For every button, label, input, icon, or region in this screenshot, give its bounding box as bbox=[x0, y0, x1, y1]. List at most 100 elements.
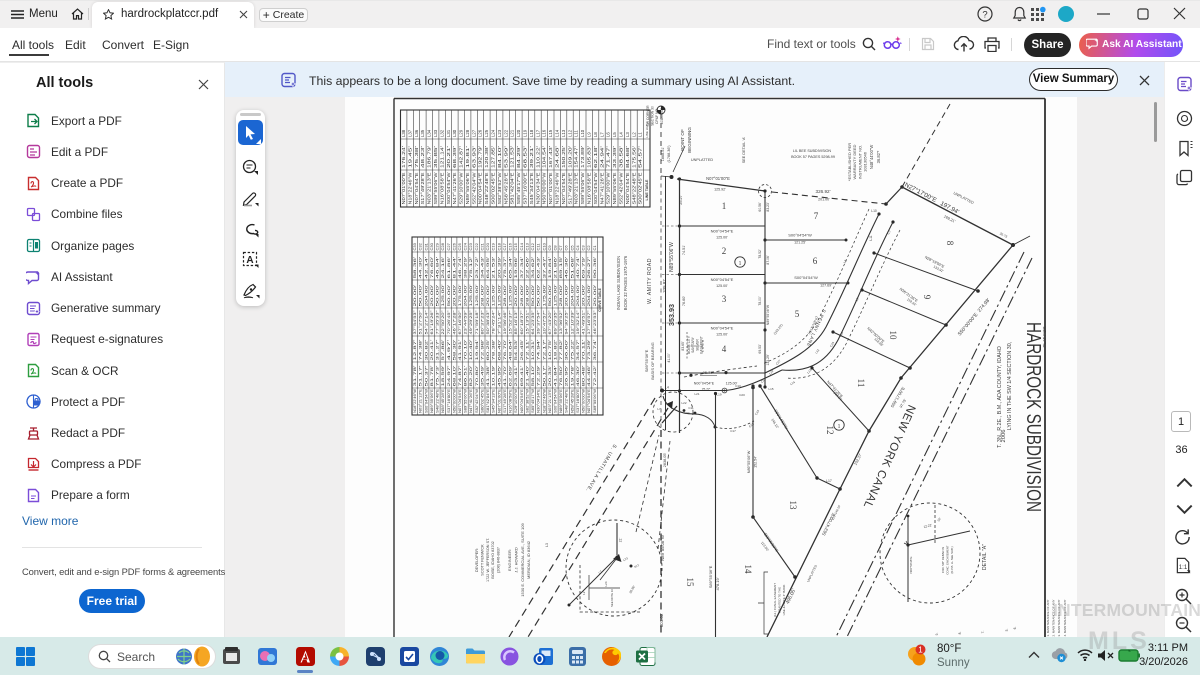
svg-text:20.39': 20.39' bbox=[497, 256, 501, 279]
svg-text:127.69': 127.69' bbox=[820, 284, 832, 288]
svg-text:W. AMITY ROAD: W. AMITY ROAD bbox=[647, 258, 653, 304]
svg-text:S89°55'06"W: S89°55'06"W bbox=[433, 172, 438, 204]
svg-text:58.10': 58.10' bbox=[531, 365, 535, 387]
svg-text:21.40': 21.40' bbox=[525, 365, 529, 387]
svg-text:24.94': 24.94' bbox=[599, 146, 604, 168]
svg-text:39°37'54": 39°37'54" bbox=[537, 310, 541, 335]
svg-text:54°27'14": 54°27'14" bbox=[424, 310, 428, 335]
svg-text:64.95': 64.95' bbox=[486, 256, 490, 279]
svg-text:86.51': 86.51' bbox=[464, 365, 468, 387]
svg-text:46.30': 46.30' bbox=[576, 365, 580, 387]
svg-text:C24: C24 bbox=[463, 242, 468, 250]
svg-text:204.00': 204.00' bbox=[576, 284, 580, 306]
svg-text:37.34': 37.34' bbox=[520, 256, 524, 279]
svg-text:50.00': 50.00' bbox=[447, 284, 451, 307]
svg-text:31.27': 31.27' bbox=[436, 339, 440, 361]
svg-text:37.47': 37.47' bbox=[542, 256, 546, 279]
svg-text:LINE TABLE: LINE TABLE bbox=[645, 179, 649, 200]
svg-text:74.94': 74.94' bbox=[537, 339, 541, 361]
svg-text:121.53': 121.53' bbox=[510, 146, 515, 168]
svg-text:S85°45'17"W: S85°45'17"W bbox=[516, 172, 521, 204]
svg-text:95.77': 95.77' bbox=[703, 370, 714, 375]
svg-text:S45°34'13"E: S45°34'13"E bbox=[492, 388, 496, 413]
svg-text:MERIDIAN, ID 83642: MERIDIAN, ID 83642 bbox=[526, 540, 531, 579]
svg-text:C8: C8 bbox=[553, 245, 558, 251]
svg-text:L24: L24 bbox=[604, 581, 608, 586]
svg-text:120.38': 120.38' bbox=[484, 146, 489, 168]
svg-text:125.92': 125.92' bbox=[714, 188, 726, 192]
svg-text:61°19'26": 61°19'26" bbox=[430, 310, 434, 335]
svg-text:8: 8 bbox=[945, 241, 955, 246]
svg-text:C18: C18 bbox=[496, 242, 501, 250]
svg-text:601.62': 601.62' bbox=[659, 613, 664, 627]
svg-text:58.36': 58.36' bbox=[413, 256, 417, 279]
svg-text:INDIAN LAKE SUBDIVISION: INDIAN LAKE SUBDIVISION bbox=[616, 256, 621, 310]
svg-text:L3: L3 bbox=[625, 132, 630, 137]
svg-text:5: 5 bbox=[795, 309, 800, 319]
svg-text:N03°21'13"E: N03°21'13"E bbox=[548, 388, 552, 413]
svg-text:23°44'59": 23°44'59" bbox=[464, 310, 468, 335]
svg-text:L36: L36 bbox=[414, 129, 419, 137]
svg-text:125.00': 125.00' bbox=[441, 284, 445, 306]
svg-text:70.10': 70.10' bbox=[464, 339, 468, 361]
svg-text:LIL BEE SUBDIVISION: LIL BEE SUBDIVISION bbox=[793, 149, 832, 153]
svg-text:L1: L1 bbox=[638, 132, 643, 137]
svg-text:78.38': 78.38' bbox=[492, 339, 496, 361]
svg-text:17°16'57": 17°16'57" bbox=[587, 310, 591, 335]
svg-text:102.37': 102.37' bbox=[853, 453, 862, 466]
svg-text:L35: L35 bbox=[420, 129, 425, 137]
svg-text:N89°55'06"W: N89°55'06"W bbox=[747, 450, 751, 473]
svg-text:L7: L7 bbox=[657, 407, 661, 411]
svg-text:L27: L27 bbox=[471, 129, 476, 137]
svg-text:89°25'35": 89°25'35" bbox=[554, 310, 558, 335]
svg-text:L10: L10 bbox=[580, 129, 585, 137]
svg-text:20.33': 20.33' bbox=[548, 365, 552, 387]
svg-text:15°13'51": 15°13'51" bbox=[525, 310, 529, 335]
svg-text:L22: L22 bbox=[503, 129, 508, 137]
svg-text:103130546: 103130546 bbox=[863, 151, 868, 172]
svg-text:BOOK 32 PAGES 1973-1976: BOOK 32 PAGES 1973-1976 bbox=[623, 255, 628, 310]
svg-text:L6: L6 bbox=[606, 132, 611, 137]
svg-text:64°23'35": 64°23'35" bbox=[531, 310, 535, 335]
svg-text:46.84': 46.84' bbox=[436, 256, 440, 279]
svg-text:57.86': 57.86' bbox=[441, 339, 445, 361]
svg-text:10.31': 10.31' bbox=[531, 339, 535, 361]
svg-text:L17: L17 bbox=[535, 129, 540, 137]
svg-text:N07°01'00"E: N07°01'00"E bbox=[401, 172, 406, 204]
svg-text:C31: C31 bbox=[423, 242, 428, 250]
svg-text:51°27'50": 51°27'50" bbox=[419, 310, 423, 335]
svg-text:167.43': 167.43' bbox=[548, 146, 553, 168]
svg-text:19.96': 19.96' bbox=[514, 256, 518, 279]
svg-text:54.57': 54.57' bbox=[638, 146, 643, 168]
svg-text:74.87': 74.87' bbox=[458, 365, 462, 387]
svg-text:C14: C14 bbox=[519, 242, 524, 250]
svg-text:68.40': 68.40' bbox=[497, 339, 501, 361]
svg-text:68.39': 68.39' bbox=[452, 146, 457, 168]
svg-text:S00°04'54"W: S00°04'54"W bbox=[794, 275, 818, 280]
svg-text:70.80': 70.80' bbox=[475, 365, 479, 387]
svg-text:121.25': 121.25' bbox=[794, 241, 806, 245]
svg-text:S29°10'00"W: S29°10'00"W bbox=[606, 172, 611, 204]
svg-text:S82°38'52"W: S82°38'52"W bbox=[525, 389, 529, 413]
svg-text:L2: L2 bbox=[631, 132, 636, 137]
svg-text:125.00': 125.00' bbox=[716, 284, 728, 288]
svg-text:30.86': 30.86' bbox=[628, 584, 636, 594]
svg-text:62.69': 62.69' bbox=[509, 365, 513, 387]
svg-text:C19: C19 bbox=[491, 242, 496, 250]
svg-text:C5: C5 bbox=[569, 245, 574, 251]
svg-text:23.72': 23.72' bbox=[475, 256, 479, 279]
svg-text:N03°21'13"E: N03°21'13"E bbox=[427, 172, 432, 204]
svg-text:C29: C29 bbox=[435, 242, 440, 250]
svg-text:DEVELOPER:: DEVELOPER: bbox=[475, 548, 479, 572]
svg-text:125.00': 125.00' bbox=[475, 284, 479, 306]
svg-text:(12.) CANAL EASEMENT: (12.) CANAL EASEMENT bbox=[773, 583, 777, 617]
svg-text:C7: C7 bbox=[558, 245, 563, 251]
svg-text:S85°45'17"W: S85°45'17"W bbox=[531, 389, 535, 413]
svg-text:C6: C6 bbox=[564, 245, 569, 251]
svg-text:N27°17'00"E 197.94': N27°17'00"E 197.94' bbox=[903, 182, 960, 216]
svg-text:2838.05': 2838.05' bbox=[663, 453, 667, 468]
svg-text:41°49'51": 41°49'51" bbox=[582, 310, 586, 335]
svg-text:125.00': 125.00' bbox=[492, 284, 496, 306]
svg-text:N16°08'58"E: N16°08'58"E bbox=[439, 172, 444, 204]
svg-text:50°38'43": 50°38'43" bbox=[486, 310, 490, 335]
